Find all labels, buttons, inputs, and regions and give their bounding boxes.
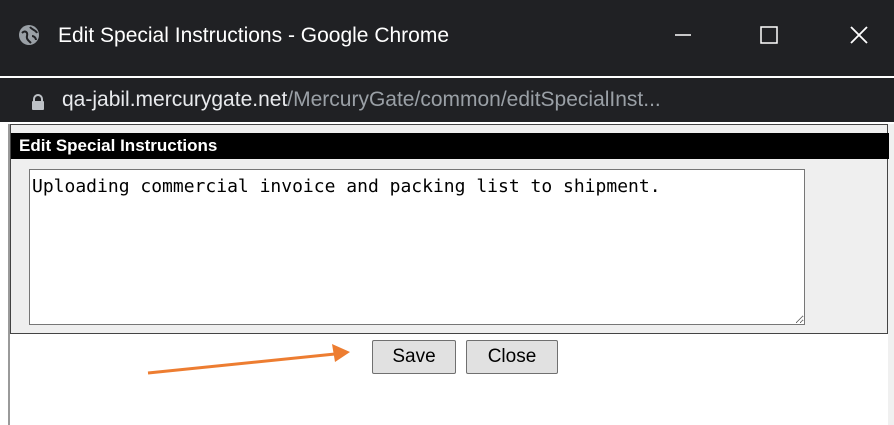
browser-titlebar: Edit Special Instructions - Google Chrom… bbox=[0, 0, 894, 76]
address-bar[interactable]: qa-jabil.mercurygate.net/MercuryGate/com… bbox=[0, 78, 894, 122]
url-text: qa-jabil.mercurygate.net/MercuryGate/com… bbox=[62, 86, 661, 114]
special-instructions-textarea[interactable]: Uploading commercial invoice and packing… bbox=[29, 169, 805, 325]
minimize-icon[interactable] bbox=[656, 14, 710, 56]
url-host: qa-jabil.mercurygate.net bbox=[62, 88, 288, 111]
window-title: Edit Special Instructions - Google Chrom… bbox=[58, 24, 450, 47]
lock-icon bbox=[32, 94, 44, 110]
close-icon[interactable] bbox=[832, 14, 886, 56]
url-path: /MercuryGate/common/editSpecialInst... bbox=[287, 88, 661, 111]
instructions-panel: Edit Special Instructions Uploading comm… bbox=[10, 124, 889, 334]
close-button[interactable]: Close bbox=[466, 340, 558, 374]
panel-header: Edit Special Instructions bbox=[11, 133, 889, 159]
save-button[interactable]: Save bbox=[372, 340, 456, 374]
annotation-arrow-icon bbox=[147, 344, 350, 375]
maximize-icon[interactable] bbox=[742, 14, 796, 56]
globe-icon bbox=[19, 25, 39, 45]
